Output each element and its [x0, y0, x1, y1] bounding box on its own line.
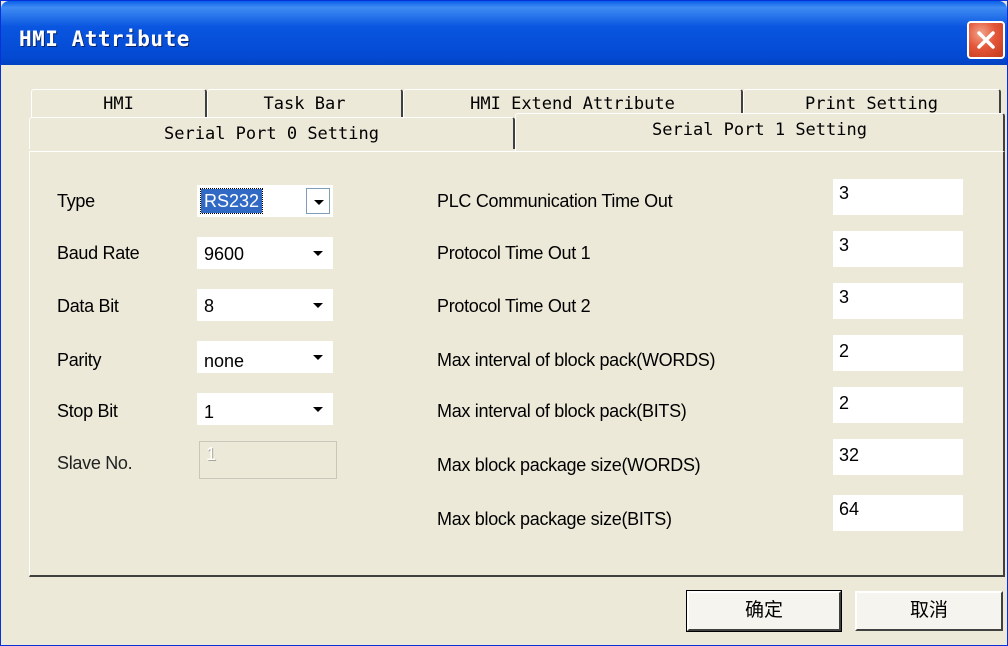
baud-rate-label: Baud Rate	[57, 243, 140, 263]
protocol-timeout-1-field[interactable]: 3	[833, 231, 963, 267]
stop-bit-dropdown-button[interactable]	[306, 396, 330, 422]
plc-timeout-value: 3	[839, 183, 850, 203]
type-value: RS232	[199, 188, 264, 214]
max-size-bits-label: Max block package size(BITS)	[437, 509, 672, 529]
data-bit-label: Data Bit	[57, 296, 119, 316]
type-label: Type	[57, 191, 95, 211]
protocol-timeout-1-label: Protocol Time Out 1	[437, 243, 591, 263]
chevron-down-icon	[313, 251, 323, 256]
slave-no-value: 1	[206, 444, 217, 464]
max-interval-bits-label: Max interval of block pack(BITS)	[437, 401, 687, 421]
chevron-down-icon	[314, 200, 324, 205]
tab-serial-port-0[interactable]: Serial Port 0 Setting	[29, 117, 515, 149]
type-dropdown-button[interactable]	[306, 188, 330, 214]
protocol-timeout-2-field[interactable]: 3	[833, 283, 963, 319]
protocol-timeout-1-value: 3	[839, 235, 850, 255]
baud-rate-value: 9600	[204, 244, 245, 264]
max-interval-words-field[interactable]: 2	[833, 335, 963, 371]
data-bit-value: 8	[204, 296, 215, 316]
stop-bit-select[interactable]: 1	[197, 393, 333, 425]
slave-no-field: 1	[199, 441, 337, 479]
parity-value: none	[204, 351, 245, 371]
tab-serial-port-1[interactable]: Serial Port 1 Setting	[515, 113, 1005, 151]
max-size-bits-value: 64	[839, 499, 860, 519]
max-interval-words-value: 2	[839, 341, 850, 361]
chevron-down-icon	[313, 355, 323, 360]
baud-rate-select[interactable]: 9600	[197, 237, 333, 269]
parity-dropdown-button[interactable]	[306, 344, 330, 370]
protocol-timeout-2-value: 3	[839, 287, 850, 307]
parity-select[interactable]: none	[197, 341, 333, 373]
close-icon	[977, 31, 995, 49]
max-interval-bits-value: 2	[839, 393, 850, 413]
parity-label: Parity	[57, 350, 102, 370]
close-button[interactable]	[967, 21, 1005, 59]
slave-no-label: Slave No.	[57, 453, 133, 473]
data-bit-dropdown-button[interactable]	[306, 292, 330, 318]
tab-task-bar[interactable]: Task Bar	[207, 89, 403, 117]
title-bar[interactable]: HMI Attribute	[1, 1, 1007, 65]
max-size-words-label: Max block package size(WORDS)	[437, 455, 701, 475]
max-size-words-value: 32	[839, 445, 860, 465]
max-interval-words-label: Max interval of block pack(WORDS)	[437, 350, 716, 370]
chevron-down-icon	[313, 303, 323, 308]
plc-timeout-field[interactable]: 3	[833, 179, 963, 215]
window-title: HMI Attribute	[19, 27, 190, 51]
plc-timeout-label: PLC Communication Time Out	[437, 191, 673, 211]
chevron-down-icon	[313, 407, 323, 412]
baud-rate-dropdown-button[interactable]	[306, 240, 330, 266]
stop-bit-value: 1	[204, 402, 215, 422]
data-bit-select[interactable]: 8	[197, 289, 333, 321]
stop-bit-label: Stop Bit	[57, 401, 118, 421]
dialog-window: HMI Attribute HMI Task Bar HMI Extend At…	[0, 0, 1008, 646]
cancel-button[interactable]: 取消	[855, 591, 1003, 631]
max-size-bits-field[interactable]: 64	[833, 495, 963, 531]
protocol-timeout-2-label: Protocol Time Out 2	[437, 296, 591, 316]
max-interval-bits-field[interactable]: 2	[833, 387, 963, 423]
ok-button[interactable]: 确定	[686, 590, 842, 632]
max-size-words-field[interactable]: 32	[833, 439, 963, 475]
type-select[interactable]: RS232	[197, 185, 333, 217]
tab-hmi[interactable]: HMI	[31, 89, 207, 117]
